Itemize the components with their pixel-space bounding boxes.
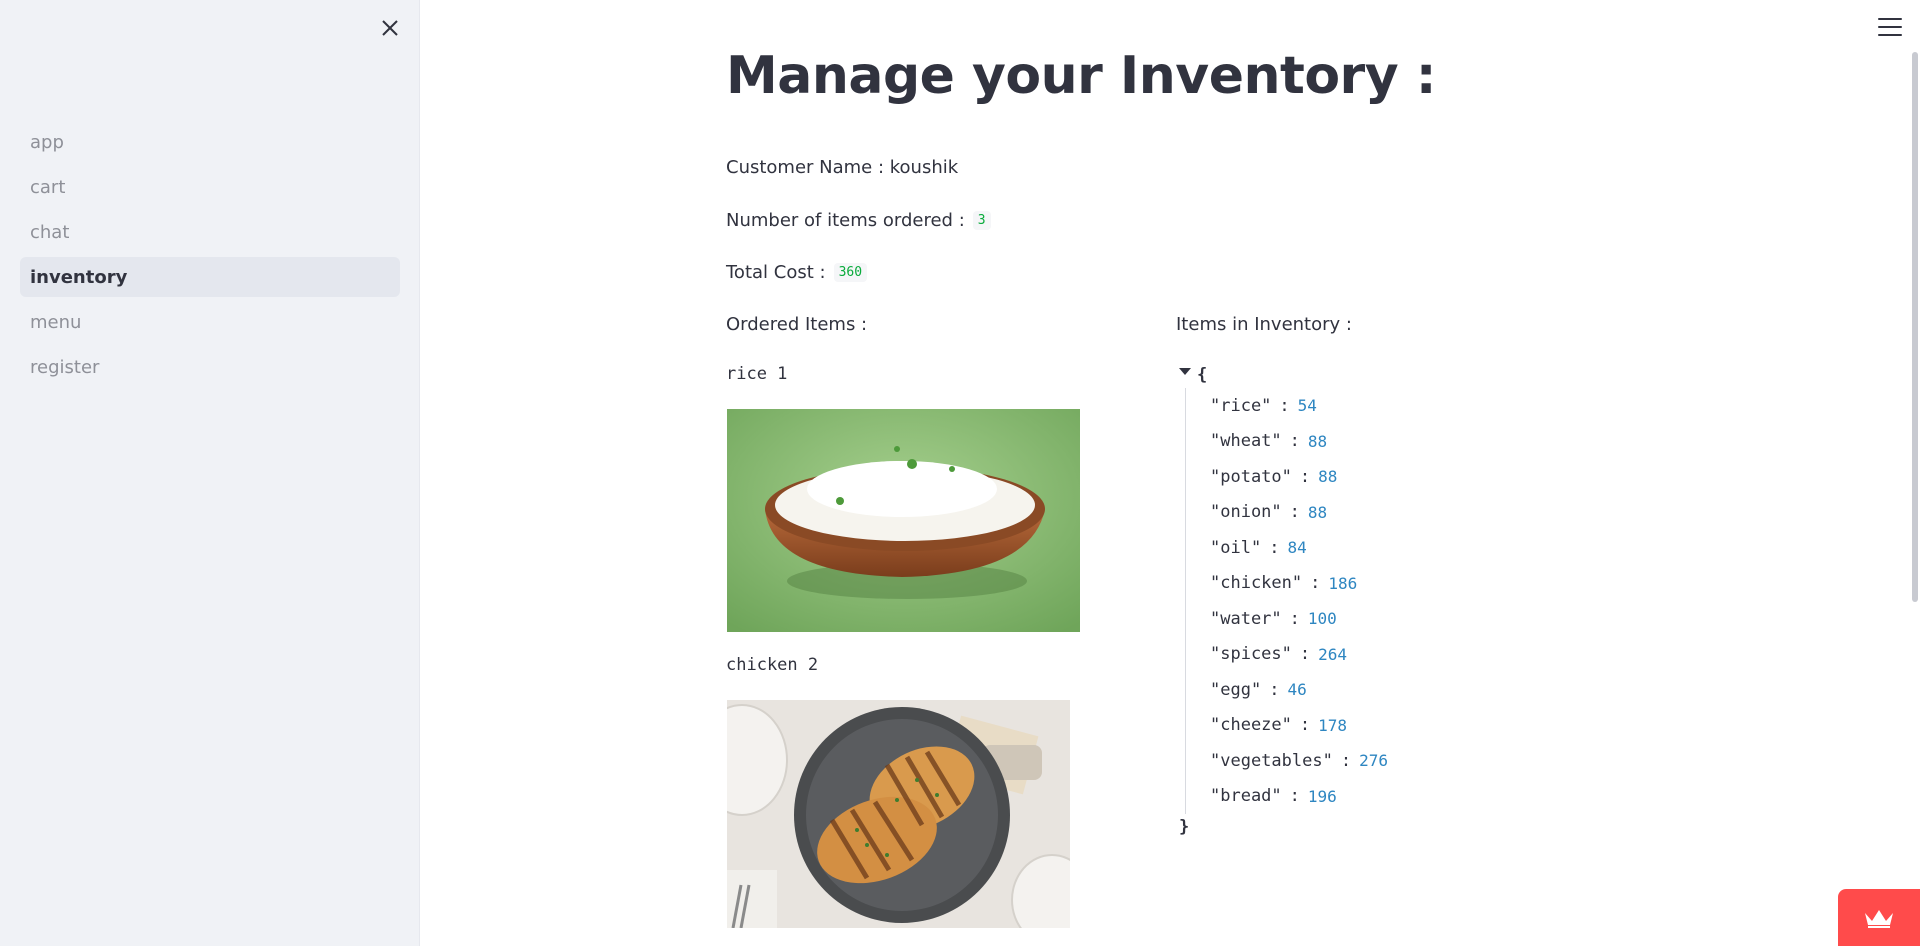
caret-down-icon[interactable] xyxy=(1179,367,1191,375)
json-key: "chicken" xyxy=(1210,573,1303,594)
total-cost-value: 360 xyxy=(833,263,868,282)
json-entry: "rice":54 xyxy=(1210,388,1388,424)
json-colon: : xyxy=(1340,750,1352,771)
json-colon: : xyxy=(1289,608,1300,629)
inventory-heading: Items in Inventory : xyxy=(1176,314,1352,335)
ordered-items-heading: Ordered Items : xyxy=(726,314,868,335)
json-entry: "water":100 xyxy=(1210,601,1388,637)
sidebar-item-app[interactable]: app xyxy=(20,122,400,162)
json-colon: : xyxy=(1269,679,1280,700)
json-value: 54 xyxy=(1297,396,1317,416)
json-key: "egg" xyxy=(1210,679,1262,700)
hamburger-line xyxy=(1878,34,1902,36)
streamlit-badge[interactable] xyxy=(1838,889,1920,946)
json-body: "rice":54 "wheat":88 "potato":88 "onion"… xyxy=(1185,388,1388,814)
json-key: "vegetables" xyxy=(1210,750,1333,771)
json-value: 276 xyxy=(1359,751,1388,771)
hamburger-line xyxy=(1878,26,1902,28)
sidebar-item-chat[interactable]: chat xyxy=(20,212,400,252)
json-key: "onion" xyxy=(1210,502,1282,523)
json-value: 84 xyxy=(1287,538,1307,558)
json-value: 88 xyxy=(1307,431,1328,451)
sidebar-item-cart[interactable]: cart xyxy=(20,167,400,207)
json-value: 88 xyxy=(1318,467,1338,487)
sidebar-item-inventory[interactable]: inventory xyxy=(20,257,400,297)
json-colon: : xyxy=(1279,395,1290,416)
items-ordered-value: 3 xyxy=(972,211,991,230)
json-value: 186 xyxy=(1328,573,1358,593)
json-key: "rice" xyxy=(1210,395,1272,416)
crown-icon xyxy=(1865,909,1893,928)
sidebar-item-menu[interactable]: menu xyxy=(20,302,400,342)
json-entry: "wheat":88 xyxy=(1210,424,1388,460)
json-entry: "potato":88 xyxy=(1210,459,1388,495)
json-close-brace: } xyxy=(1179,817,1190,837)
ordered-item-chicken: chicken 2 xyxy=(726,655,819,675)
json-entry: "onion":88 xyxy=(1210,495,1388,531)
json-open-row: { xyxy=(1176,362,1388,388)
json-key: "potato" xyxy=(1210,466,1292,487)
close-icon xyxy=(382,20,398,36)
scrollbar-thumb[interactable] xyxy=(1912,52,1918,602)
json-key: "oil" xyxy=(1210,537,1262,558)
json-key: "wheat" xyxy=(1210,431,1282,452)
sidebar: app cart chat inventory menu register xyxy=(0,0,420,946)
json-colon: : xyxy=(1299,715,1311,736)
json-value: 46 xyxy=(1287,680,1307,700)
json-key: "cheeze" xyxy=(1210,715,1292,736)
customer-name-label: Customer Name : koushik xyxy=(726,157,959,178)
grilled-chicken-image xyxy=(727,700,1070,928)
json-value: 264 xyxy=(1318,644,1348,664)
json-entry: "chicken":186 xyxy=(1210,566,1388,602)
json-entry: "cheeze":178 xyxy=(1210,708,1388,744)
json-colon: : xyxy=(1289,431,1300,452)
hamburger-menu-icon[interactable] xyxy=(1878,16,1902,38)
json-entry: "bread":196 xyxy=(1210,779,1388,815)
json-key: "water" xyxy=(1210,608,1282,629)
json-value: 178 xyxy=(1318,715,1348,735)
close-sidebar-button[interactable] xyxy=(376,14,404,42)
items-ordered-label: Number of items ordered : xyxy=(726,210,965,231)
json-value: 196 xyxy=(1307,786,1337,806)
total-cost-line: Total Cost : 360 xyxy=(726,262,868,283)
json-close-row: } xyxy=(1179,814,1388,840)
json-key: "spices" xyxy=(1210,644,1292,665)
ordered-item-rice: rice 1 xyxy=(726,364,788,384)
json-entry: "spices":264 xyxy=(1210,637,1388,673)
json-entry: "vegetables":276 xyxy=(1210,743,1388,779)
json-entry: "oil":84 xyxy=(1210,530,1388,566)
items-ordered-line: Number of items ordered : 3 xyxy=(726,210,991,231)
json-colon: : xyxy=(1289,786,1300,807)
sidebar-item-register[interactable]: register xyxy=(20,347,400,387)
json-value: 100 xyxy=(1307,609,1337,629)
page-title: Manage your Inventory : xyxy=(726,46,1437,106)
customer-name-text: Customer Name : koushik xyxy=(726,157,958,178)
json-colon: : xyxy=(1269,537,1280,558)
json-colon: : xyxy=(1299,644,1311,665)
json-colon: : xyxy=(1310,573,1321,594)
json-open-brace: { xyxy=(1197,365,1208,385)
rice-bowl-image xyxy=(727,409,1080,632)
total-cost-label: Total Cost : xyxy=(726,262,826,283)
json-value: 88 xyxy=(1307,502,1328,522)
json-entry: "egg":46 xyxy=(1210,672,1388,708)
json-colon: : xyxy=(1289,502,1300,523)
json-colon: : xyxy=(1299,466,1311,487)
json-key: "bread" xyxy=(1210,786,1282,807)
inventory-json-viewer: { "rice":54 "wheat":88 "potato":88 "onio… xyxy=(1176,362,1388,840)
sidebar-nav: app cart chat inventory menu register xyxy=(20,122,400,392)
hamburger-line xyxy=(1878,18,1902,20)
